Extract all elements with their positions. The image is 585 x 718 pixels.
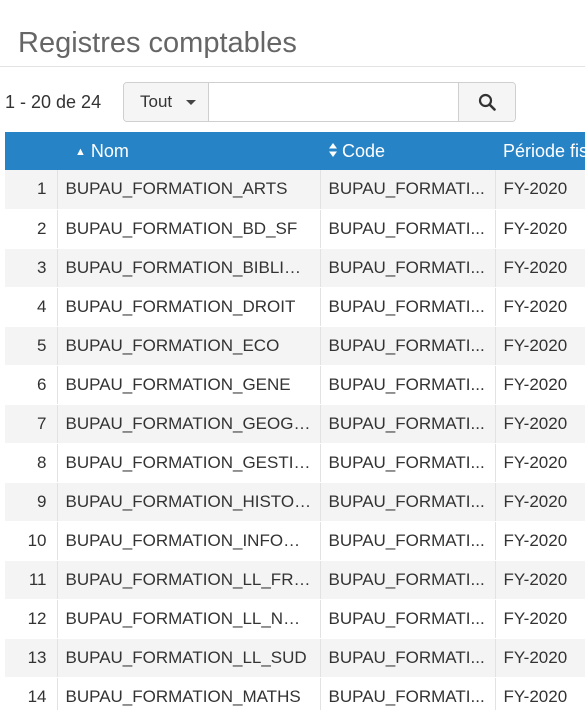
row-nom: BUPAU_FORMATION_GEOGR...	[57, 404, 321, 444]
search-input[interactable]	[209, 83, 458, 121]
row-nom: BUPAU_FORMATION_BD_SF	[57, 209, 321, 249]
row-code: BUPAU_FORMATI...	[320, 170, 496, 210]
table-row[interactable]: 13 BUPAU_FORMATION_LL_SUD BUPAU_FORMATI...…	[5, 638, 585, 678]
ledger-table-container: ▲ Nom Code Période fis 1 BUPAU_FORMATION_A…	[5, 132, 585, 710]
scope-dropdown-label: Tout	[140, 92, 173, 111]
row-periode: FY-2020	[495, 638, 585, 678]
header-periode[interactable]: Période fis	[495, 132, 585, 170]
row-index: 10	[5, 521, 58, 561]
row-periode: FY-2020	[495, 677, 585, 710]
row-periode: FY-2020	[495, 287, 585, 327]
row-periode: FY-2020	[495, 209, 585, 249]
row-code: BUPAU_FORMATI...	[320, 521, 496, 561]
row-code: BUPAU_FORMATI...	[320, 560, 496, 600]
table-row[interactable]: 3 BUPAU_FORMATION_BIBLIOT... BUPAU_FORMATI…	[5, 248, 585, 288]
row-nom: BUPAU_FORMATION_MATHS	[57, 677, 321, 710]
row-index: 12	[5, 599, 58, 639]
row-code: BUPAU_FORMATI...	[320, 365, 496, 405]
row-nom: BUPAU_FORMATION_ECO	[57, 326, 321, 366]
row-index: 4	[5, 287, 58, 327]
row-periode: FY-2020	[495, 599, 585, 639]
sort-asc-icon: ▲	[75, 145, 86, 158]
header-code-label: Code	[342, 140, 386, 161]
row-periode: FY-2020	[495, 482, 585, 522]
table-row[interactable]: 14 BUPAU_FORMATION_MATHS BUPAU_FORMATI... F…	[5, 677, 585, 710]
table-row[interactable]: 12 BUPAU_FORMATION_LL_NORD BUPAU_FORMATI..…	[5, 599, 585, 639]
row-index: 7	[5, 404, 58, 444]
table-row[interactable]: 6 BUPAU_FORMATION_GENE BUPAU_FORMATI... FY-…	[5, 365, 585, 405]
row-nom: BUPAU_FORMATION_BIBLIOT...	[57, 248, 321, 288]
row-nom: BUPAU_FORMATION_GESTION	[57, 443, 321, 483]
row-code: BUPAU_FORMATI...	[320, 404, 496, 444]
table-row[interactable]: 8 BUPAU_FORMATION_GESTION BUPAU_FORMATI...…	[5, 443, 585, 483]
row-code: BUPAU_FORMATI...	[320, 248, 496, 288]
row-nom: BUPAU_FORMATION_LL_FRA...	[57, 560, 321, 600]
row-periode: FY-2020	[495, 521, 585, 561]
chevron-down-icon	[186, 99, 197, 105]
header-periode-label: Période fis	[503, 140, 585, 161]
row-periode: FY-2020	[495, 404, 585, 444]
table-row[interactable]: 4 BUPAU_FORMATION_DROIT BUPAU_FORMATI... FY…	[5, 287, 585, 327]
search-button[interactable]	[458, 83, 515, 121]
table-row[interactable]: 9 BUPAU_FORMATION_HISTOIR... BUPAU_FORMATI…	[5, 482, 585, 522]
page-title: Registres comptables	[18, 27, 297, 60]
row-code: BUPAU_FORMATI...	[320, 638, 496, 678]
header-nom[interactable]: ▲ Nom	[57, 132, 320, 170]
row-index: 5	[5, 326, 58, 366]
row-index: 8	[5, 443, 58, 483]
row-index: 9	[5, 482, 58, 522]
pagination-range: 1 - 20 de 24	[5, 92, 102, 112]
row-periode: FY-2020	[495, 365, 585, 405]
row-periode: FY-2020	[495, 326, 585, 366]
row-nom: BUPAU_FORMATION_GENE	[57, 365, 321, 405]
row-index: 6	[5, 365, 58, 405]
header-nom-label: Nom	[90, 140, 129, 161]
search-group: Tout	[123, 82, 516, 122]
row-code: BUPAU_FORMATI...	[320, 209, 496, 249]
row-periode: FY-2020	[495, 560, 585, 600]
row-index: 13	[5, 638, 58, 678]
table-row[interactable]: 7 BUPAU_FORMATION_GEOGR... BUPAU_FORMATI..…	[5, 404, 585, 444]
table-row[interactable]: 10 BUPAU_FORMATION_INFORM... BUPAU_FORMATI…	[5, 521, 585, 561]
table-row[interactable]: 11 BUPAU_FORMATION_LL_FRA... BUPAU_FORMATI…	[5, 560, 585, 600]
ledger-table: ▲ Nom Code Période fis 1 BUPAU_FORMATION_A…	[5, 132, 585, 710]
table-row[interactable]: 1 BUPAU_FORMATION_ARTS BUPAU_FORMATI... FY-…	[5, 170, 585, 210]
title-divider	[0, 66, 585, 67]
toolbar: 1 - 20 de 24 Tout	[0, 82, 585, 122]
sort-both-icon	[329, 142, 337, 157]
row-code: BUPAU_FORMATI...	[320, 326, 496, 366]
row-nom: BUPAU_FORMATION_INFORM...	[57, 521, 321, 561]
row-index: 11	[5, 560, 58, 600]
row-periode: FY-2020	[495, 248, 585, 288]
row-code: BUPAU_FORMATI...	[320, 677, 496, 710]
row-code: BUPAU_FORMATI...	[320, 599, 496, 639]
row-nom: BUPAU_FORMATION_LL_NORD	[57, 599, 321, 639]
table-row[interactable]: 5 BUPAU_FORMATION_ECO BUPAU_FORMATI... FY-2…	[5, 326, 585, 366]
row-index: 1	[5, 170, 58, 210]
row-code: BUPAU_FORMATI...	[320, 287, 496, 327]
row-code: BUPAU_FORMATI...	[320, 443, 496, 483]
row-nom: BUPAU_FORMATION_DROIT	[57, 287, 321, 327]
row-nom: BUPAU_FORMATION_HISTOIR...	[57, 482, 321, 522]
row-code: BUPAU_FORMATI...	[320, 482, 496, 522]
row-nom: BUPAU_FORMATION_LL_SUD	[57, 638, 321, 678]
row-index: 3	[5, 248, 58, 288]
row-index: 2	[5, 209, 58, 249]
header-code[interactable]: Code	[320, 132, 495, 170]
row-index: 14	[5, 677, 58, 710]
search-icon	[478, 93, 496, 111]
row-nom: BUPAU_FORMATION_ARTS	[57, 170, 321, 210]
scope-dropdown[interactable]: Tout	[124, 83, 209, 121]
row-periode: FY-2020	[495, 443, 585, 483]
row-periode: FY-2020	[495, 170, 585, 210]
table-row[interactable]: 2 BUPAU_FORMATION_BD_SF BUPAU_FORMATI... FY…	[5, 209, 585, 249]
header-index	[5, 132, 57, 170]
table-header-row: ▲ Nom Code Période fis	[5, 132, 585, 170]
